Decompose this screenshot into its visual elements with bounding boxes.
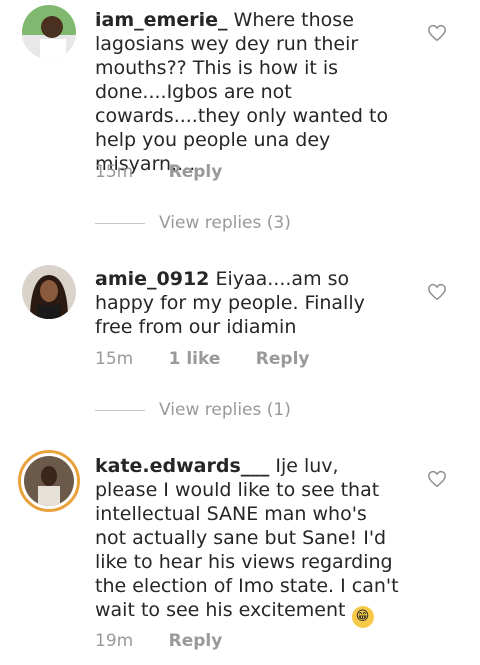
divider (95, 409, 145, 411)
comment-time: 19m (95, 631, 134, 651)
avatar-image (24, 456, 74, 506)
comment-text: Where those lagosians wey dey run their … (95, 9, 389, 175)
comment-meta: 15m Reply (95, 162, 252, 182)
comment-username[interactable]: iam_emerie_ (95, 9, 227, 31)
comment-body: kate.edwards___ Ije luv, please I would … (95, 454, 400, 628)
reply-button[interactable]: Reply (256, 349, 310, 369)
avatar[interactable] (22, 5, 76, 59)
comment-meta: 19m Reply (95, 631, 252, 651)
comment-meta: 15m 1 like Reply (95, 349, 340, 369)
view-replies-link[interactable]: View replies (3) (95, 213, 291, 233)
comment-time: 15m (95, 349, 134, 369)
view-replies-label[interactable]: View replies (3) (159, 213, 291, 233)
view-replies-link[interactable]: View replies (1) (95, 400, 291, 420)
likes-count[interactable]: 1 like (169, 349, 221, 369)
comment-body: amie_0912 Eiyaa....am so happy for my pe… (95, 267, 400, 339)
view-replies-label[interactable]: View replies (1) (159, 400, 291, 420)
divider (95, 222, 145, 224)
reply-button[interactable]: Reply (169, 631, 223, 651)
like-heart-icon[interactable] (427, 24, 447, 42)
comment-username[interactable]: amie_0912 (95, 268, 209, 290)
avatar-image (22, 5, 76, 59)
avatar[interactable] (22, 265, 76, 319)
comment-username[interactable]: kate.edwards___ (95, 455, 269, 477)
reply-button[interactable]: Reply (169, 162, 223, 182)
comment-time: 15m (95, 162, 134, 182)
avatar-image (22, 265, 76, 319)
like-heart-icon[interactable] (427, 470, 447, 488)
grin-emoji-icon: 😁 (351, 606, 374, 628)
avatar-story-ring[interactable] (18, 450, 80, 512)
comment-text: Ije luv, please I would like to see that… (95, 455, 399, 621)
comment-body: iam_emerie_ Where those lagosians wey de… (95, 8, 400, 176)
like-heart-icon[interactable] (427, 283, 447, 301)
